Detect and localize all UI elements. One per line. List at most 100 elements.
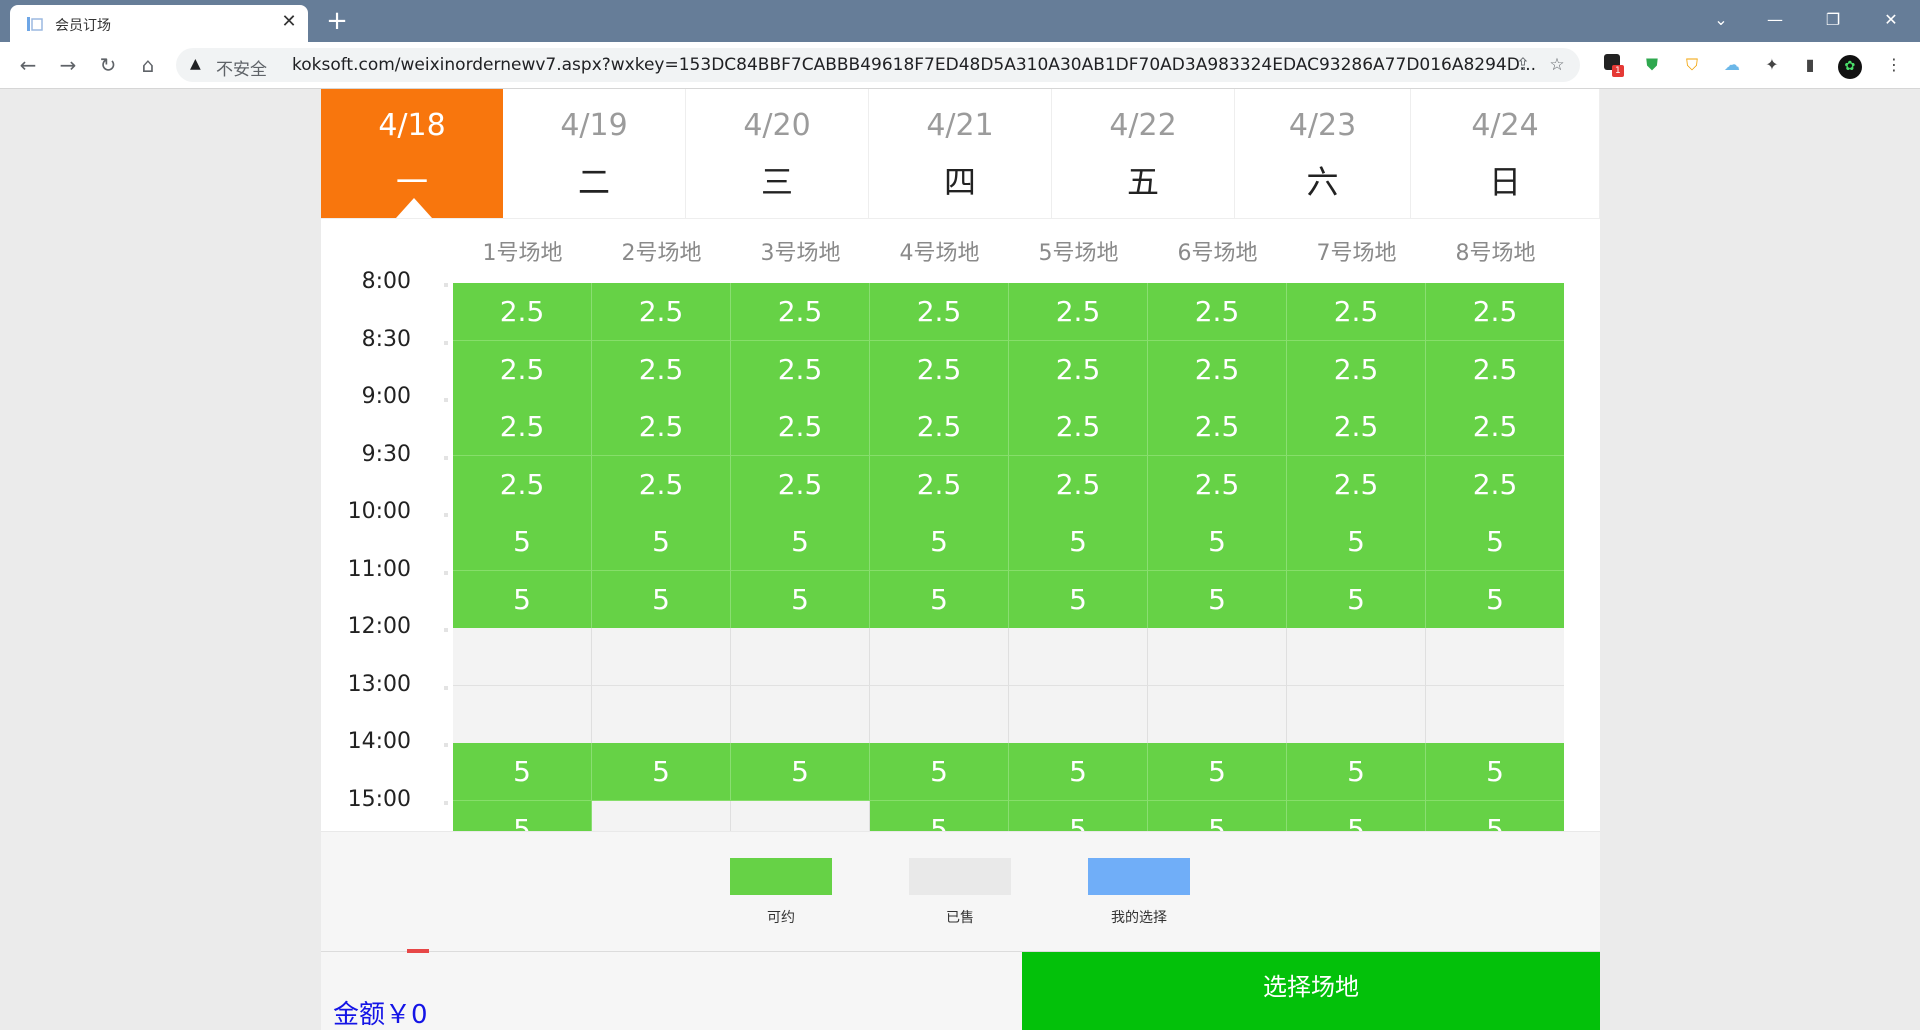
slot-available[interactable]: 5 xyxy=(731,513,870,571)
slot-available[interactable]: 5 xyxy=(592,513,731,571)
slot-available[interactable]: 5 xyxy=(1287,800,1426,831)
slot-available[interactable]: 5 xyxy=(870,743,1009,801)
minimize-button[interactable]: — xyxy=(1752,4,1798,36)
date-tab-4-24[interactable]: 4/24 日 xyxy=(1411,89,1600,218)
forward-arrow-icon[interactable]: → xyxy=(54,51,82,79)
slot-available[interactable]: 2.5 xyxy=(1148,455,1287,514)
date-tab-4-18[interactable]: 4/18 一 xyxy=(321,89,503,218)
slot-available[interactable]: 2.5 xyxy=(870,340,1009,399)
side-panel-icon[interactable]: ▮ xyxy=(1798,53,1822,77)
slot-available[interactable]: 5 xyxy=(1148,800,1287,831)
slot-available[interactable]: 5 xyxy=(1426,743,1564,801)
slot-available[interactable]: 2.5 xyxy=(1148,398,1287,456)
date-tab-4-21[interactable]: 4/21 四 xyxy=(869,89,1052,218)
restore-button[interactable]: ❐ xyxy=(1810,4,1856,36)
reload-icon[interactable]: ↻ xyxy=(94,51,122,79)
slot-available[interactable]: 5 xyxy=(1009,743,1148,801)
slot-available[interactable]: 5 xyxy=(1287,513,1426,571)
slot-available[interactable]: 2.5 xyxy=(731,398,870,456)
select-court-button[interactable]: 选择场地 xyxy=(1022,952,1600,1030)
slot-available[interactable]: 2.5 xyxy=(1426,398,1564,456)
slot-available[interactable]: 2.5 xyxy=(1287,340,1426,399)
bookmark-star-icon[interactable]: ☆ xyxy=(1546,54,1568,76)
slot-available[interactable]: 2.5 xyxy=(731,283,870,341)
slot-available[interactable]: 5 xyxy=(870,570,1009,629)
slot-available[interactable]: 5 xyxy=(1148,513,1287,571)
slot-available[interactable]: 2.5 xyxy=(453,340,592,399)
slot-available[interactable]: 2.5 xyxy=(1287,283,1426,341)
slot-available[interactable]: 2.5 xyxy=(731,455,870,514)
slot-available[interactable]: 2.5 xyxy=(1009,340,1148,399)
slot-sold xyxy=(1009,628,1148,686)
slot-available[interactable]: 5 xyxy=(731,570,870,629)
slot-available[interactable]: 2.5 xyxy=(592,455,731,514)
slot-available[interactable]: 5 xyxy=(1287,743,1426,801)
shield-icon[interactable]: ⛊ xyxy=(1640,53,1664,77)
slot-available[interactable]: 2.5 xyxy=(1287,398,1426,456)
ip-shield-icon[interactable]: ⛉ xyxy=(1680,53,1704,77)
slot-sold xyxy=(870,685,1009,744)
slot-available[interactable]: 5 xyxy=(1426,513,1564,571)
slot-available[interactable]: 2.5 xyxy=(592,283,731,341)
slot-available[interactable]: 2.5 xyxy=(1287,455,1426,514)
profile-avatar[interactable]: ✿ xyxy=(1838,53,1862,79)
slot-available[interactable]: 2.5 xyxy=(592,340,731,399)
menu-dots-icon[interactable]: ⋮ xyxy=(1882,53,1906,77)
slot-available[interactable]: 2.5 xyxy=(1009,398,1148,456)
slot-available[interactable]: 2.5 xyxy=(592,398,731,456)
slot-available[interactable]: 5 xyxy=(1426,800,1564,831)
date-tab-4-23[interactable]: 4/23 六 xyxy=(1235,89,1411,218)
slot-available[interactable]: 2.5 xyxy=(1426,283,1564,341)
slot-available[interactable]: 2.5 xyxy=(1426,340,1564,399)
slot-available[interactable]: 5 xyxy=(1009,570,1148,629)
slot-available[interactable]: 2.5 xyxy=(453,455,592,514)
slot-available[interactable]: 5 xyxy=(1148,570,1287,629)
close-window-button[interactable]: ✕ xyxy=(1868,4,1914,36)
slot-available[interactable]: 2.5 xyxy=(731,340,870,399)
slot-available[interactable]: 5 xyxy=(1426,570,1564,629)
slot-available[interactable]: 5 xyxy=(592,570,731,629)
share-icon[interactable]: ⇪ xyxy=(1512,54,1534,76)
date-tab-4-22[interactable]: 4/22 五 xyxy=(1052,89,1235,218)
slot-available[interactable]: 2.5 xyxy=(453,283,592,341)
extensions-puzzle-icon[interactable]: ✦ xyxy=(1760,53,1784,77)
browser-tab[interactable]: 会员订场 ✕ xyxy=(10,5,308,42)
date-tab-4-19[interactable]: 4/19 二 xyxy=(503,89,686,218)
slot-available[interactable]: 5 xyxy=(870,800,1009,831)
slot-available[interactable]: 5 xyxy=(453,570,592,629)
cloud-icon[interactable]: ☁ xyxy=(1720,53,1744,77)
slot-available[interactable]: 5 xyxy=(1148,743,1287,801)
home-icon[interactable]: ⌂ xyxy=(134,51,162,79)
legend-sold-label: 已售 xyxy=(946,910,974,926)
slot-available[interactable]: 5 xyxy=(1009,800,1148,831)
slot-available[interactable]: 5 xyxy=(1287,570,1426,629)
slot-available[interactable]: 5 xyxy=(1009,513,1148,571)
slot-available[interactable]: 2.5 xyxy=(870,398,1009,456)
slot-available[interactable]: 2.5 xyxy=(870,455,1009,514)
time-tick xyxy=(444,628,448,632)
slot-available[interactable]: 2.5 xyxy=(453,398,592,456)
url-text[interactable]: koksoft.com/weixinordernewv7.aspx?wxkey=… xyxy=(292,55,1536,75)
slot-available[interactable]: 5 xyxy=(592,743,731,801)
slot-sold xyxy=(731,685,870,744)
slot-available[interactable]: 5 xyxy=(870,513,1009,571)
date-tab-4-20[interactable]: 4/20 三 xyxy=(686,89,869,218)
slot-available[interactable]: 2.5 xyxy=(1009,455,1148,514)
extension-icon-1[interactable]: 1 xyxy=(1600,53,1624,77)
tab-search-icon[interactable]: ⌄ xyxy=(1698,4,1744,36)
slot-available[interactable]: 2.5 xyxy=(1148,283,1287,341)
address-bar[interactable]: ▲ 不安全 koksoft.com/weixinordernewv7.aspx?… xyxy=(176,48,1580,82)
date-label: 4/20 xyxy=(743,108,811,143)
slot-available[interactable]: 2.5 xyxy=(870,283,1009,341)
slot-available[interactable]: 5 xyxy=(731,743,870,801)
back-arrow-icon[interactable]: ← xyxy=(14,51,42,79)
slot-available[interactable]: 5 xyxy=(453,743,592,801)
slot-available[interactable]: 5 xyxy=(453,513,592,571)
legend-sold-swatch xyxy=(909,858,1011,895)
new-tab-button[interactable]: + xyxy=(322,6,352,36)
tab-close-icon[interactable]: ✕ xyxy=(278,11,300,33)
slot-available[interactable]: 5 xyxy=(453,800,592,831)
slot-available[interactable]: 2.5 xyxy=(1009,283,1148,341)
slot-available[interactable]: 2.5 xyxy=(1148,340,1287,399)
slot-available[interactable]: 2.5 xyxy=(1426,455,1564,514)
